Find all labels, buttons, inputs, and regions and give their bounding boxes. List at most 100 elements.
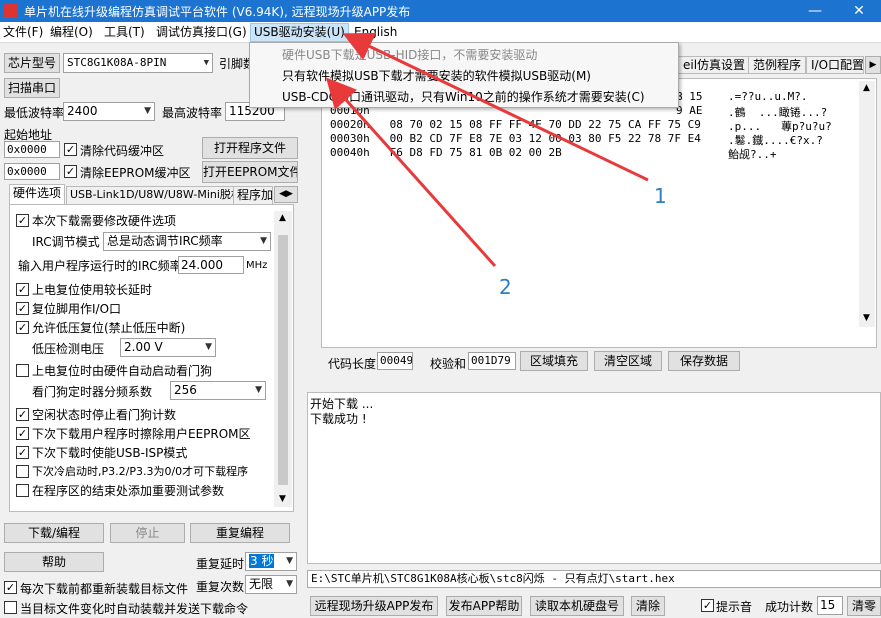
window-title: 单片机在线升级编程仿真调试平台软件 (V6.94K), 远程现场升级APP发布 [24, 5, 411, 19]
irc-freq-input[interactable]: 24.000 [178, 256, 244, 274]
opt4-label: 允许低压复位(禁止低压中断) [32, 321, 186, 335]
opt8-checkbox[interactable]: ✓ [16, 446, 29, 459]
area-fill-button[interactable]: 区域填充 [520, 351, 588, 371]
wdt-select[interactable]: 256 ▼ [170, 381, 266, 400]
hardware-options-panel: ✓ 本次下载需要修改硬件选项 IRC调节模式 总是动态调节IRC频率 ▼ 输入用户… [9, 204, 294, 512]
menu-tools[interactable]: 工具(T) [101, 24, 148, 41]
chevron-down-icon: ▼ [286, 556, 293, 566]
tab-keil-sim-settings[interactable]: eil仿真设置 [678, 56, 751, 74]
hex-row1-tail: 9 AE [676, 104, 703, 117]
options-scrollbar[interactable]: ▲ ▼ [274, 211, 292, 507]
auto-send-label: 当目标文件变化时自动装载并发送下载命令 [20, 602, 249, 616]
success-count-label: 成功计数 [765, 600, 814, 614]
opt3-checkbox[interactable]: ✓ [16, 302, 29, 315]
beep-checkbox[interactable]: ✓ [701, 599, 714, 612]
save-data-button[interactable]: 保存数据 [668, 351, 740, 371]
menu-program[interactable]: 编程(O) [47, 24, 96, 41]
tab-example-programs[interactable]: 范例程序 [748, 56, 807, 74]
tab-io-config[interactable]: I/O口配置 [806, 56, 864, 74]
remote-upgrade-publish-button[interactable]: 远程现场升级APP发布 [310, 596, 438, 616]
minimize-button[interactable]: — [793, 0, 837, 22]
dropdown-item-soft-usb-driver[interactable]: 只有软件模拟USB下载才需要安装的软件模拟USB驱动(M) [282, 66, 591, 86]
file-path-field: E:\STC单片机\STC8G1K08A核心板\stc8闪烁 - 只有点灯\st… [307, 570, 881, 588]
min-baud-label: 最低波特率 [4, 106, 65, 120]
help-button[interactable]: 帮助 [4, 552, 104, 572]
clear-eeprom-label: 清除EEPROM缓冲区 [80, 166, 191, 180]
read-disk-id-button[interactable]: 读取本机硬盘号 [530, 596, 624, 616]
lvd-select[interactable]: 2.00 V ▼ [120, 338, 216, 357]
opt2-label: 上电复位使用较长延时 [32, 283, 153, 297]
chip-model-button[interactable]: 芯片型号 [4, 53, 60, 73]
dropdown-item-hid-info: 硬件USB下载是USB-HID接口，不需要安装驱动 [282, 48, 538, 62]
hex-scrollbar[interactable]: ▲ ▼ [859, 81, 875, 327]
opt1-label: 本次下载需要修改硬件选项 [32, 214, 177, 228]
clear-log-button[interactable]: 清除 [631, 596, 665, 616]
repeat-delay-label: 重复延时 [196, 557, 245, 571]
log-line-1: 下载成功 ! [310, 412, 367, 426]
chip-model-select[interactable]: STC8G1K08A-8PIN ▼ [63, 53, 213, 73]
min-baud-select[interactable]: 2400 ▼ [63, 102, 155, 121]
close-button[interactable]: ✕ [837, 0, 881, 22]
scroll-thumb[interactable] [278, 235, 288, 485]
opt5-checkbox[interactable] [16, 364, 29, 377]
publish-help-button[interactable]: 发布APP帮助 [446, 596, 522, 616]
tab-program-encrypt[interactable]: 程序加 [233, 186, 273, 204]
repeat-delay-select[interactable]: 3 秒 ▼ [245, 552, 297, 571]
min-baud-value: 2400 [67, 104, 98, 118]
auto-send-checkbox[interactable] [4, 601, 17, 614]
repeat-program-button[interactable]: 重复编程 [190, 523, 290, 543]
opt7-checkbox[interactable]: ✓ [16, 427, 29, 440]
dropdown-item-cdc-driver[interactable]: USB-CDC串口通讯驱动，只有Win10之前的操作系统才需要安装(C) [282, 87, 645, 107]
checksum-label: 校验和 [430, 357, 467, 371]
scroll-down-icon[interactable]: ▼ [863, 313, 870, 323]
repeat-count-select[interactable]: 无限 ▼ [245, 575, 297, 594]
clear-code-checkbox[interactable]: ✓ [64, 143, 77, 156]
repeat-count-label: 重复次数 [196, 580, 245, 594]
opt6-checkbox[interactable]: ✓ [16, 408, 29, 421]
opt10-checkbox[interactable] [16, 484, 29, 497]
opt2-checkbox[interactable]: ✓ [16, 283, 29, 296]
scroll-up-icon[interactable]: ▲ [279, 213, 286, 223]
menu-file[interactable]: 文件(F) [0, 24, 46, 41]
hex-row0-tail: B 15 [676, 90, 703, 103]
ascii-line-0: .=??u..u.M?. [728, 90, 808, 103]
opt9-checkbox[interactable] [16, 465, 29, 478]
scroll-down-icon[interactable]: ▼ [279, 494, 286, 504]
open-program-file-button[interactable]: 打开程序文件 [202, 137, 298, 159]
stop-button[interactable]: 停止 [110, 523, 185, 543]
checksum-value: 001D79 [468, 352, 516, 370]
title-bar: 单片机在线升级编程仿真调试平台软件 (V6.94K), 远程现场升级APP发布 … [0, 0, 881, 22]
clear-eeprom-checkbox[interactable]: ✓ [64, 165, 77, 178]
tab-scroll-right-icon[interactable]: ▶ [865, 56, 881, 74]
chevron-down-icon: ▼ [260, 236, 267, 246]
tab-usb-link-offline[interactable]: USB-Link1D/U8W/U8W-Mini脱机 [66, 186, 246, 204]
success-count-value: 15 [817, 596, 843, 615]
chip-model-value: STC8G1K08A-8PIN [67, 56, 167, 69]
code-length-label: 代码长度 [328, 357, 377, 371]
reset-count-button[interactable]: 清零 [847, 596, 881, 616]
chevron-down-icon: ▼ [286, 579, 293, 589]
open-eeprom-file-button[interactable]: 打开EEPROM文件 [202, 161, 298, 183]
chevron-down-icon: ▼ [255, 385, 262, 395]
app-icon [4, 4, 18, 18]
menu-english[interactable]: English [351, 24, 400, 41]
scan-port-button[interactable]: 扫描串口 [4, 78, 60, 98]
download-program-button[interactable]: 下载/编程 [4, 523, 104, 543]
tab-hardware-options[interactable]: 硬件选项 [9, 184, 66, 204]
eeprom-start-address-input[interactable]: 0x0000 [4, 163, 60, 180]
annotation-number-2: 2 [499, 275, 512, 299]
scroll-up-icon[interactable]: ▲ [863, 83, 870, 93]
menu-usb-driver[interactable]: USB驱动安装(U) [250, 23, 349, 42]
menu-debug-interface[interactable]: 调试仿真接口(G) [153, 24, 250, 41]
irc-mode-select[interactable]: 总是动态调节IRC频率 ▼ [103, 232, 271, 251]
code-start-address-input[interactable]: 0x0000 [4, 141, 60, 158]
reload-checkbox[interactable]: ✓ [4, 581, 17, 594]
hex-line-1: 00020h 08 70 02 15 08 FF FF 4E 70 DD 22 … [330, 118, 701, 131]
opt7-label: 下次下载用户程序时擦除用户EEPROM区 [32, 427, 251, 441]
opt4-checkbox[interactable]: ✓ [16, 321, 29, 334]
opt1-checkbox[interactable]: ✓ [16, 214, 29, 227]
chevron-down-icon: ▼ [203, 58, 209, 68]
chevron-down-icon: ▼ [144, 106, 151, 116]
clear-area-button[interactable]: 清空区域 [594, 351, 662, 371]
tab-scroll-arrows[interactable]: ◀▶ [274, 186, 298, 203]
